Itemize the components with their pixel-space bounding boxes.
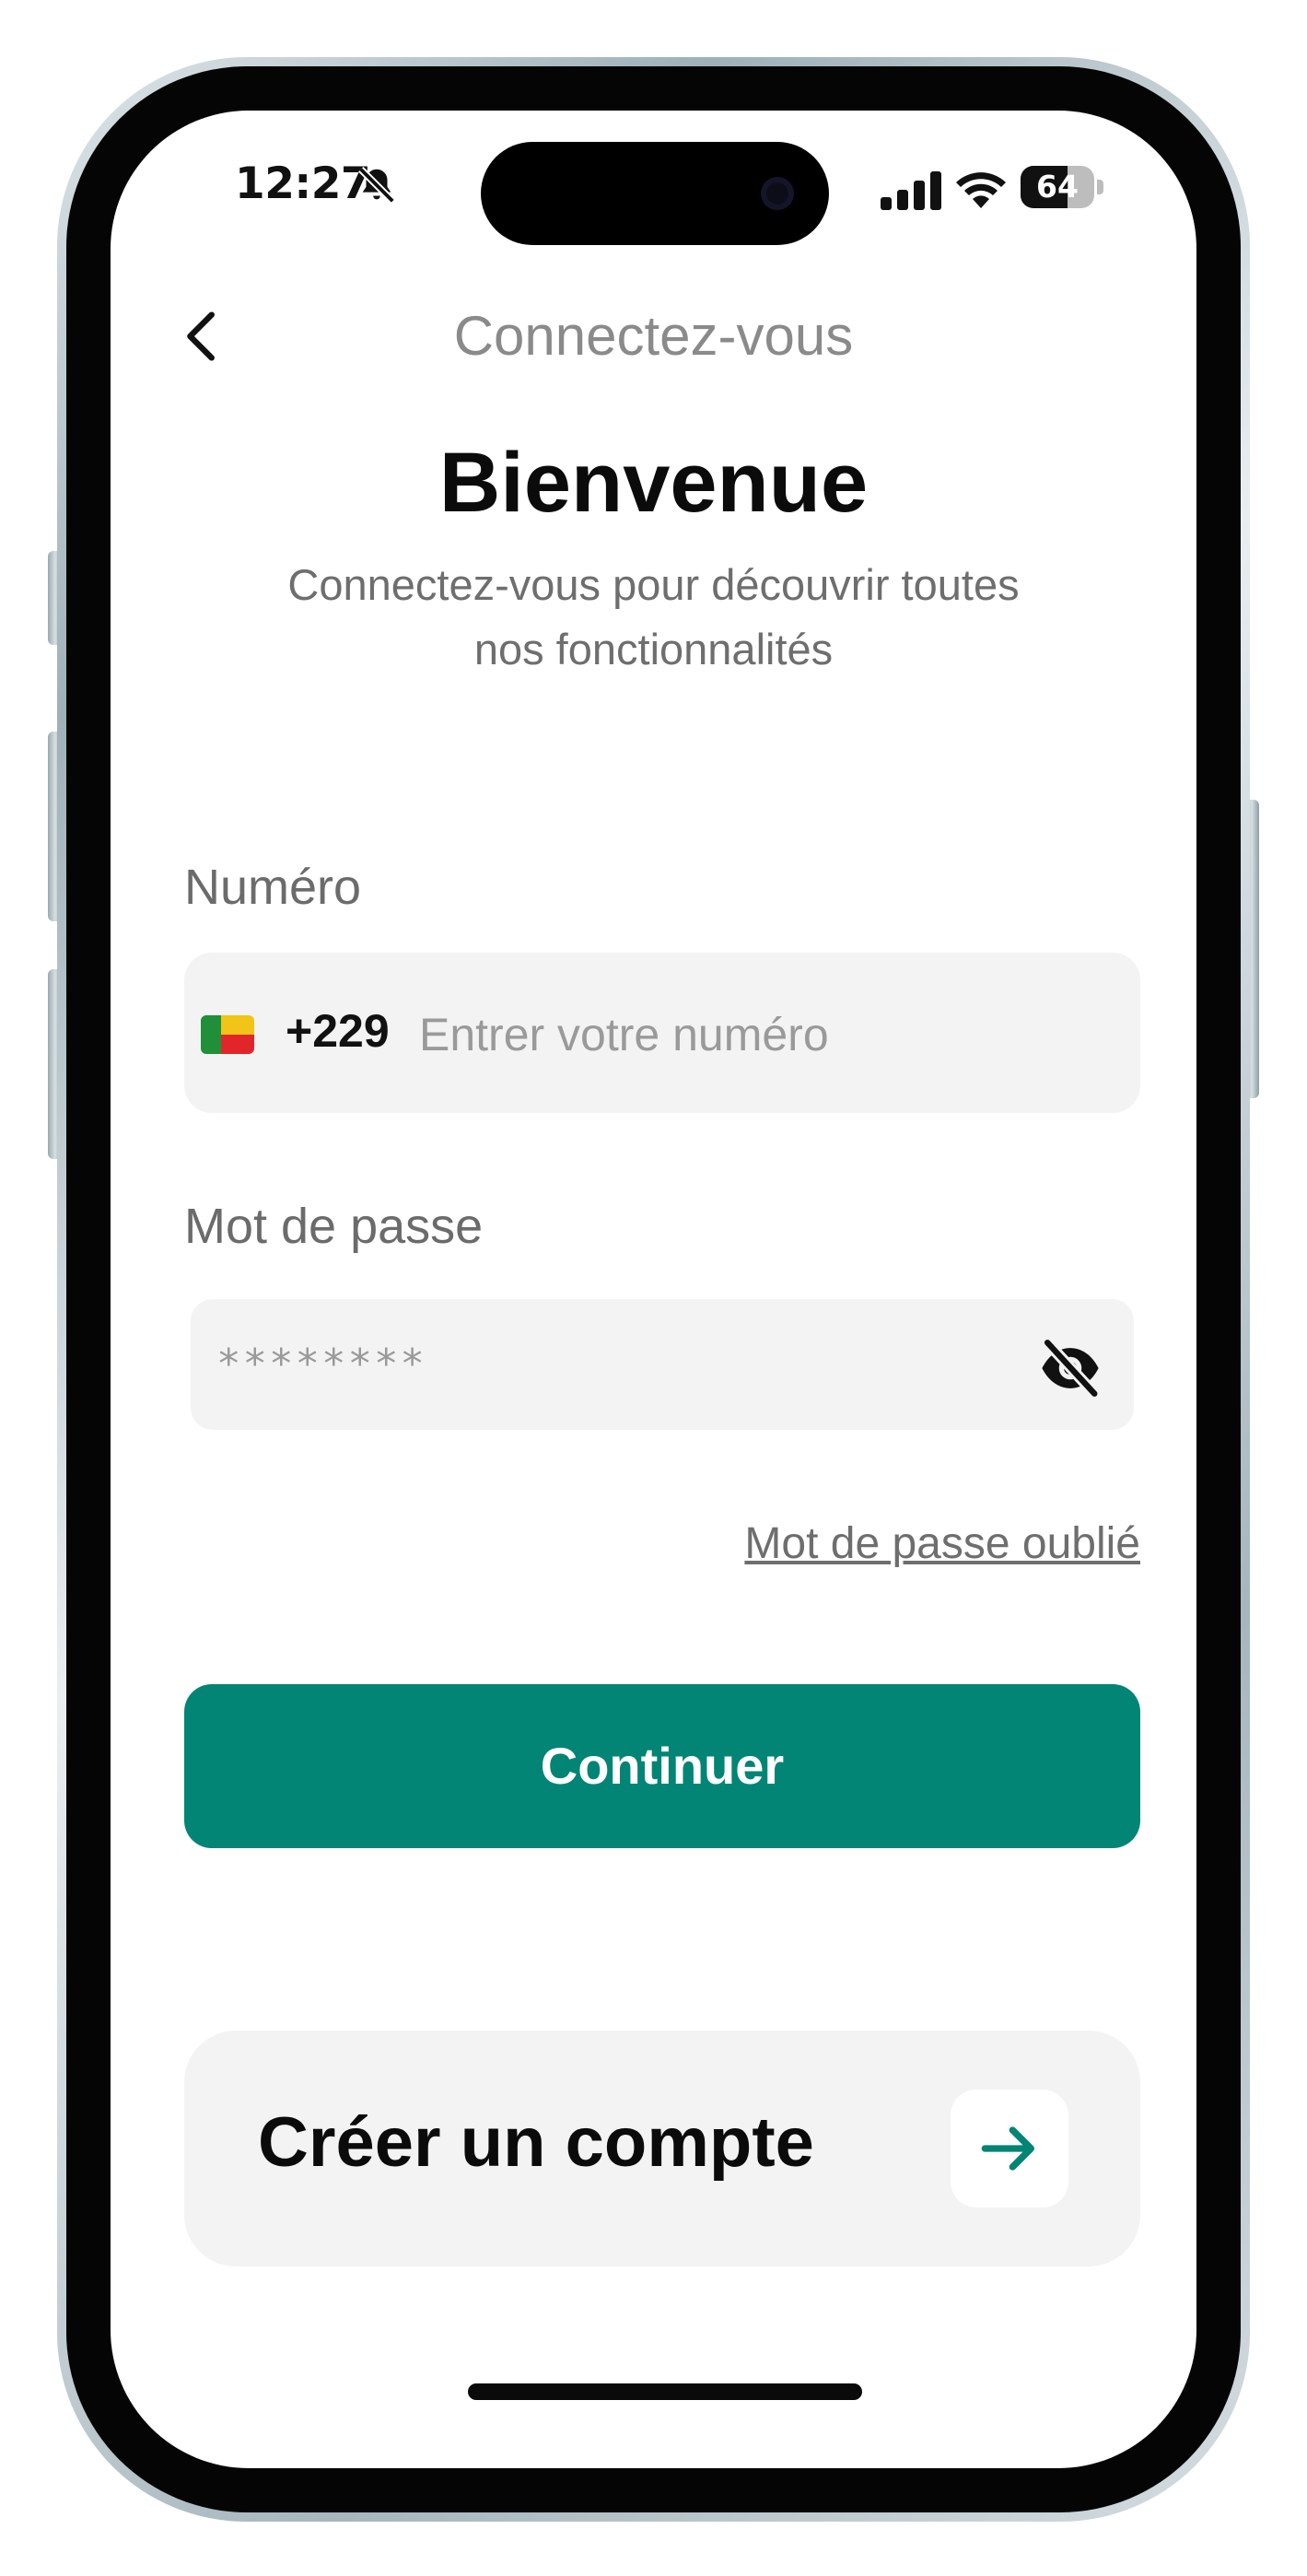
benin-flag-icon[interactable] — [201, 1015, 254, 1054]
continue-button[interactable]: Continuer — [184, 1684, 1140, 1848]
battery-level: 64 — [1036, 169, 1079, 205]
phone-screen: 12:27 64 Connectez-vous Bienvenue Connec… — [111, 111, 1196, 2468]
home-indicator[interactable] — [468, 2383, 862, 2400]
create-account-label[interactable]: Créer un compte — [258, 2102, 814, 2183]
status-time: 12:27 — [235, 158, 371, 209]
password-input[interactable] — [216, 1327, 990, 1400]
country-code[interactable]: +229 — [286, 1004, 390, 1058]
arrow-right-icon[interactable] — [973, 2112, 1046, 2185]
battery-icon: 64 — [1021, 166, 1105, 208]
phone-input[interactable] — [419, 993, 1101, 1076]
eye-slash-icon[interactable] — [1033, 1336, 1107, 1400]
welcome-subtitle: Connectez-vous pour découvrir toutes nos… — [287, 560, 1020, 673]
forgot-password-link[interactable]: Mot de passe oublié — [663, 1518, 1140, 1569]
password-label: Mot de passe — [184, 1199, 484, 1254]
wifi-icon — [956, 172, 1006, 208]
front-camera — [761, 177, 794, 210]
bell-slash-icon — [358, 167, 395, 204]
nav-title: Connectez-vous — [453, 305, 854, 367]
phone-label: Numéro — [184, 860, 362, 915]
welcome-title: Bienvenue — [438, 436, 869, 530]
signal-icon — [881, 171, 941, 210]
